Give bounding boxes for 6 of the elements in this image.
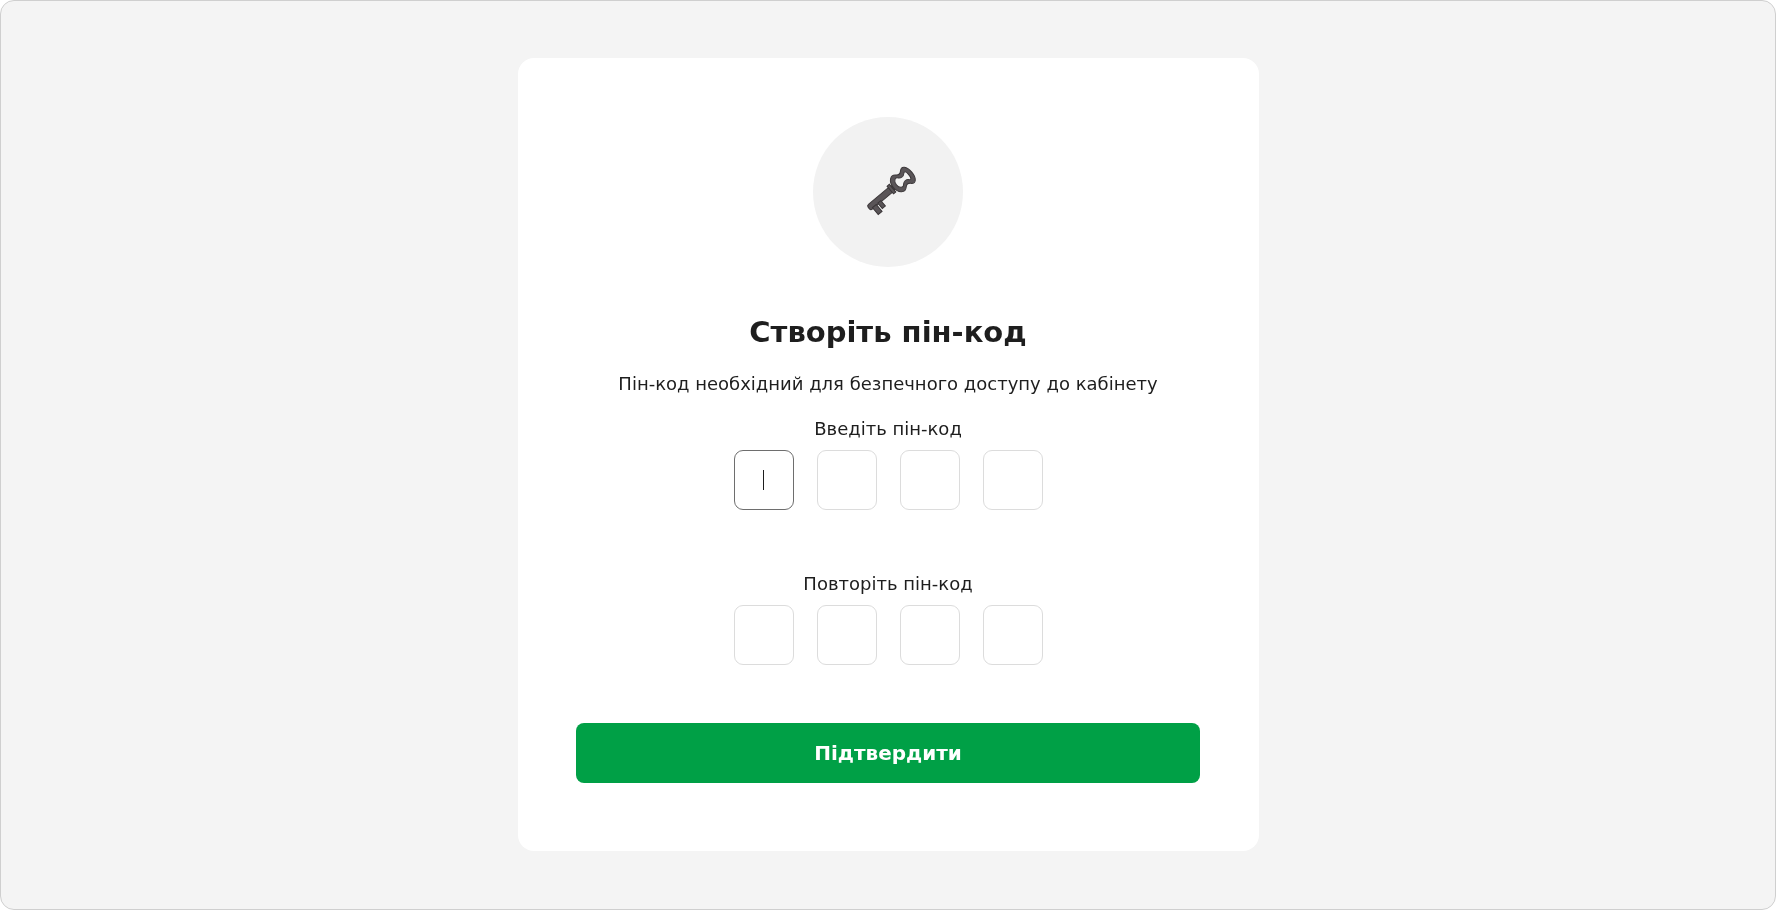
field-label: Введіть пін-код	[813, 416, 963, 441]
page-title: Створіть пін-код	[749, 315, 1027, 350]
field-label: Повторіть пін-код	[802, 571, 974, 596]
pin-digit-field[interactable]	[733, 449, 794, 510]
confirm-button[interactable]: Підтвердити	[576, 722, 1200, 783]
subtitle: Пін-код необхідний для безпечного доступу до кабінету	[618, 371, 1158, 396]
